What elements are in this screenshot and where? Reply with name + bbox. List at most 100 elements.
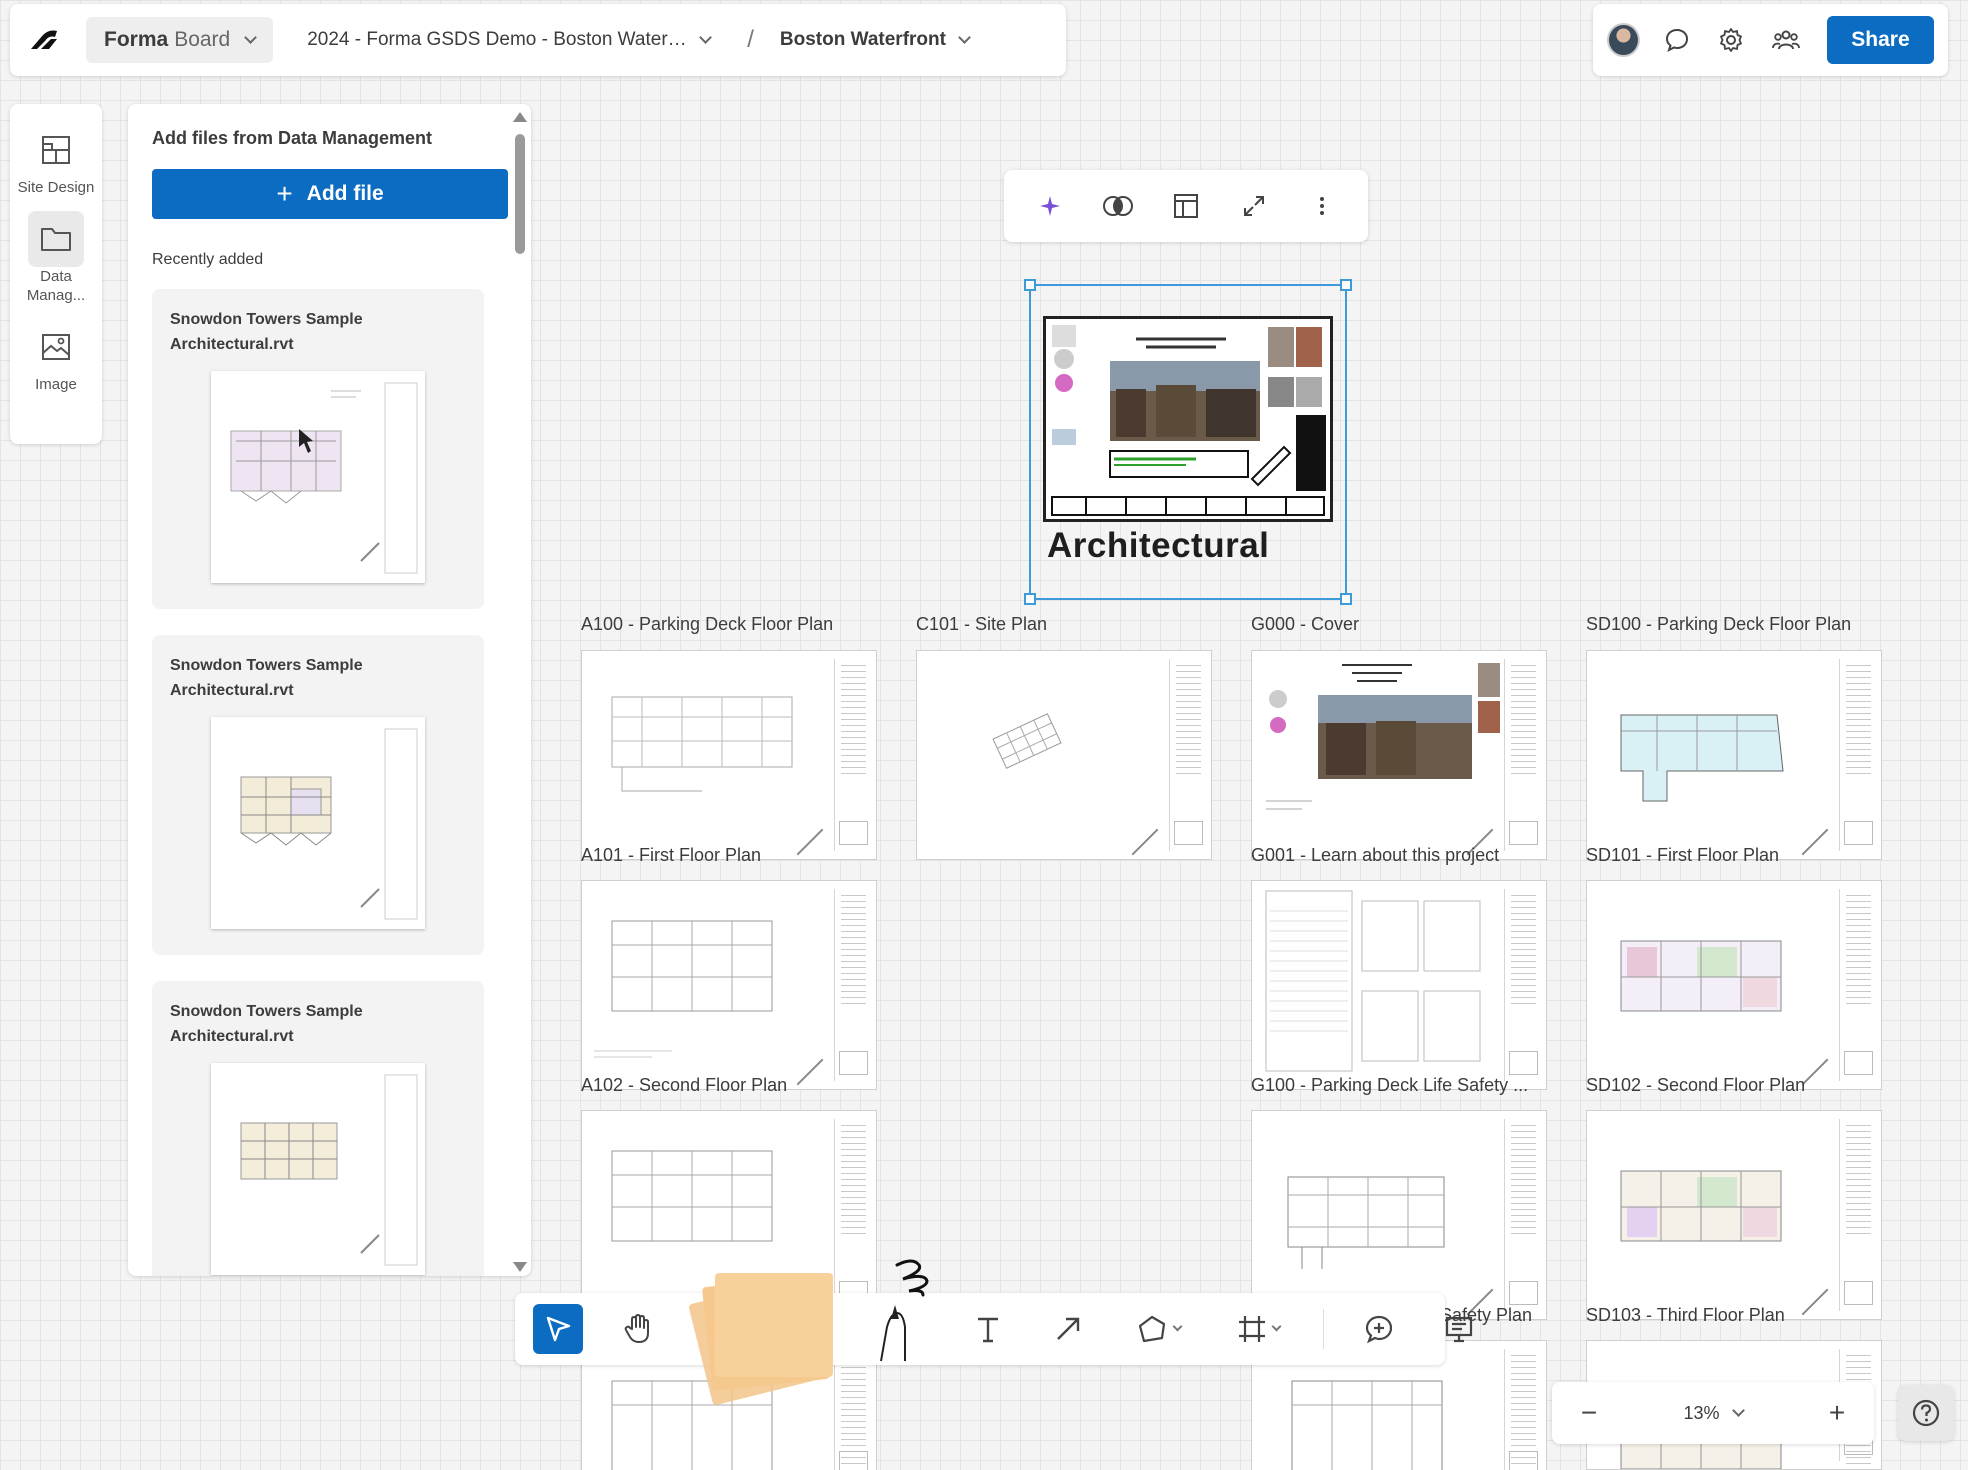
people-button[interactable] [1769,22,1803,58]
site-name: Boston Waterfront [779,29,946,50]
site-design-icon [28,122,84,178]
comment-tool[interactable] [1354,1304,1404,1354]
comments-button[interactable] [1660,22,1694,58]
people-icon [1771,30,1800,50]
presentation-tool[interactable] [1434,1304,1484,1354]
selection-toolbar [1004,170,1368,242]
plus-icon: + [276,178,293,209]
forma-logo-icon[interactable] [24,20,64,60]
sheet-thumbnail[interactable] [581,650,877,860]
sheet-label[interactable]: G100 - Parking Deck Life Safety ... [1251,1075,1528,1096]
sheet-label[interactable]: A100 - Parking Deck Floor Plan [581,614,833,635]
sheet-thumbnail[interactable] [1251,1110,1547,1320]
sheet-label[interactable]: A101 - First Floor Plan [581,845,761,866]
sheet-label[interactable]: G000 - Cover [1251,614,1359,635]
sheet-thumbnail[interactable] [1586,880,1882,1090]
files-panel-title: Add files from Data Management [152,128,433,148]
chevron-down-icon[interactable] [1271,1321,1281,1331]
frame-tool[interactable] [1223,1304,1293,1354]
zoom-level-select[interactable]: 13% [1683,1403,1745,1424]
cursor-icon [546,1316,571,1342]
rail-label-data-management: Data Manag... [26,268,86,304]
arrow-icon [1057,1317,1080,1340]
pen-icon [880,1259,929,1361]
sticky-note-tool[interactable] [688,1273,843,1406]
zoom-control: − 13% + [1552,1382,1874,1444]
resize-handle[interactable] [1024,593,1036,605]
board-selector[interactable]: Forma Board [86,17,274,63]
project-name: 2024 - Forma GSDS Demo - Boston Waterf..… [307,29,688,50]
file-name: Snowdon Towers Sample Architectural.rvt [170,311,363,353]
sheet-thumbnail[interactable] [1586,1110,1882,1320]
more-options-button[interactable] [1304,188,1340,224]
file-card[interactable]: Snowdon Towers Sample Architectural.rvt [152,635,484,955]
sheet-thumbnail[interactable] [581,880,877,1090]
rail-item-data-management[interactable]: Data Manag... [10,211,102,305]
zoom-in-button[interactable]: + [1822,1397,1852,1429]
avatar[interactable] [1607,23,1640,57]
text-tool[interactable] [963,1304,1013,1354]
text-icon [978,1317,998,1343]
expand-button[interactable] [1236,188,1272,224]
project-selector[interactable]: 2024 - Forma GSDS Demo - Boston Waterf..… [307,29,727,51]
files-scrollbar[interactable] [513,112,527,1272]
frame-icon [1238,1316,1265,1342]
rail-label-site-design: Site Design [17,179,95,196]
sheet-label[interactable]: A102 - Second Floor Plan [581,1075,787,1096]
sheet-label[interactable]: SD103 - Third Floor Plan [1586,1305,1785,1326]
expand-icon [1244,196,1264,216]
help-button[interactable] [1898,1385,1954,1441]
resize-handle[interactable] [1340,279,1352,291]
add-file-button[interactable]: + Add file [152,169,508,219]
more-vertical-icon [1320,197,1324,215]
sheet-label[interactable]: C101 - Site Plan [916,614,1047,635]
board-title-rest: Board [174,28,231,51]
sheet-thumbnail[interactable] [1251,880,1547,1090]
sheet-label[interactable]: SD101 - First Floor Plan [1586,845,1779,866]
chevron-down-icon [1731,1404,1745,1417]
overlay-button[interactable] [1100,188,1136,224]
pan-tool[interactable] [613,1304,663,1354]
top-bar: Forma Board 2024 - Forma GSDS Demo - Bos… [10,4,1066,76]
arrow-tool[interactable] [1043,1304,1093,1354]
zoom-out-button[interactable]: − [1574,1397,1604,1429]
file-card[interactable]: Snowdon Towers Sample Architectural.rvt [152,289,484,609]
sheet-label[interactable]: G001 - Learn about this project [1251,845,1499,866]
left-rail: Site Design Data Manag... Image [10,104,102,444]
scroll-up-icon[interactable] [513,112,527,122]
sheet-thumbnail[interactable] [916,650,1212,860]
help-icon [1912,1399,1940,1427]
selected-cover-sheet[interactable]: Architectural [1024,279,1352,605]
sheet-thumbnail[interactable] [1251,650,1547,860]
resize-handle[interactable] [1024,279,1036,291]
sheet-thumbnail[interactable] [1586,650,1882,860]
top-right-bar: Share [1593,4,1948,76]
shape-tool[interactable] [1123,1304,1193,1354]
sparkle-icon [1040,196,1060,216]
board-title-bold: Forma [104,28,169,51]
bottom-toolbar [515,1259,1473,1406]
site-selector[interactable]: Boston Waterfront [779,29,971,51]
share-button[interactable]: Share [1826,16,1935,64]
compare-icon [1103,196,1133,216]
select-tool[interactable] [533,1304,583,1354]
rail-label-image: Image [35,376,77,393]
scroll-thumb[interactable] [515,134,525,254]
rail-item-image[interactable]: Image [10,319,102,394]
sheet-label[interactable]: SD100 - Parking Deck Floor Plan [1586,614,1851,635]
rail-item-site-design[interactable]: Site Design [10,122,102,197]
settings-button[interactable] [1714,22,1748,58]
file-name: Snowdon Towers Sample Architectural.rvt [170,657,363,699]
layout-button[interactable] [1168,188,1204,224]
resize-handle[interactable] [1340,593,1352,605]
pen-tool[interactable] [873,1259,933,1365]
breadcrumb-separator: / [747,26,754,53]
scroll-down-icon[interactable] [513,1262,527,1272]
file-card[interactable]: Snowdon Towers Sample Architectural.rvt [152,981,484,1276]
sheet-label[interactable]: SD102 - Second Floor Plan [1586,1075,1805,1096]
files-panel: Add files from Data Management + Add fil… [128,104,531,1276]
add-file-label: Add file [306,182,384,205]
comment-icon [1665,28,1688,52]
chevron-down-icon[interactable] [1172,1321,1182,1331]
ai-sparkle-button[interactable] [1032,188,1068,224]
